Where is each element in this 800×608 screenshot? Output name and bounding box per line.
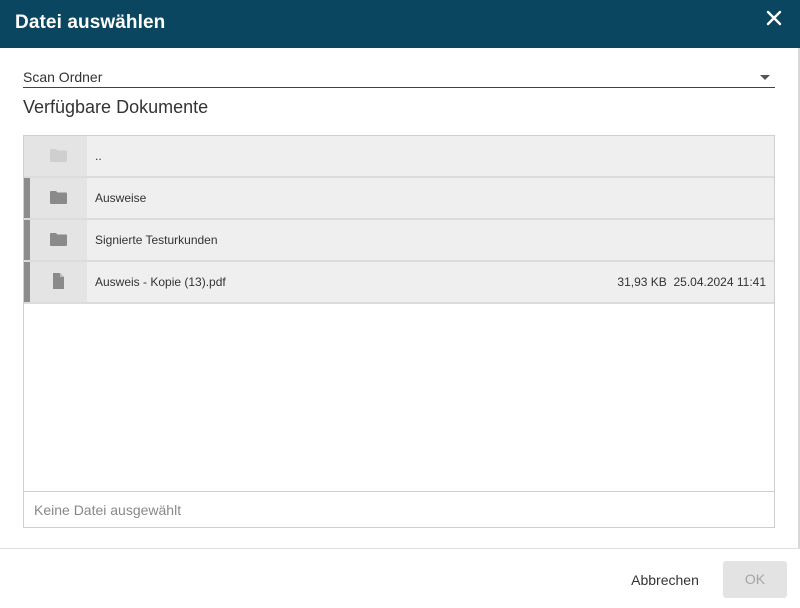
list-item-file[interactable]: Ausweis - Kopie (13).pdf 31,93 KB 25.04.… xyxy=(24,262,774,304)
file-name: .. xyxy=(95,149,102,163)
folder-select-value: Scan Ordner xyxy=(23,69,103,85)
dialog-footer: Abbrechen OK xyxy=(0,548,800,608)
file-size: 31,93 KB xyxy=(617,275,667,289)
row-icon-cell xyxy=(30,220,87,260)
file-name: Ausweise xyxy=(95,191,147,205)
selection-status-text: Keine Datei ausgewählt xyxy=(34,502,182,518)
selection-status: Keine Datei ausgewählt xyxy=(24,491,774,527)
row-icon-cell xyxy=(30,262,87,302)
row-icon-cell xyxy=(30,178,87,218)
file-date: 25.04.2024 11:41 xyxy=(673,275,766,289)
dialog-title: Datei auswählen xyxy=(15,12,166,33)
folder-icon xyxy=(50,149,67,162)
folder-icon xyxy=(50,233,67,246)
row-icon-cell xyxy=(30,136,87,176)
file-name: Ausweis - Kopie (13).pdf xyxy=(95,275,226,289)
cancel-button[interactable]: Abbrechen xyxy=(620,565,710,599)
folder-icon xyxy=(50,191,67,204)
file-name: Signierte Testurkunden xyxy=(95,233,218,247)
ok-button[interactable]: OK xyxy=(723,561,787,598)
close-icon[interactable] xyxy=(764,8,784,28)
section-title: Verfügbare Dokumente xyxy=(23,97,209,117)
list-item-folder[interactable]: Signierte Testurkunden xyxy=(24,220,774,262)
file-list: .. Ausweise Signierte Testurkunden Auswe… xyxy=(24,136,774,304)
file-icon xyxy=(53,273,64,289)
dialog-header: Datei auswählen xyxy=(0,0,800,48)
list-item-folder[interactable]: Ausweise xyxy=(24,178,774,220)
caret-down-icon[interactable] xyxy=(760,75,770,80)
list-item-parent-folder[interactable]: .. xyxy=(24,136,774,178)
folder-select[interactable]: Scan Ordner xyxy=(23,66,775,88)
file-meta: 31,93 KB 25.04.2024 11:41 xyxy=(617,275,766,289)
file-browser: .. Ausweise Signierte Testurkunden Auswe… xyxy=(23,135,775,528)
